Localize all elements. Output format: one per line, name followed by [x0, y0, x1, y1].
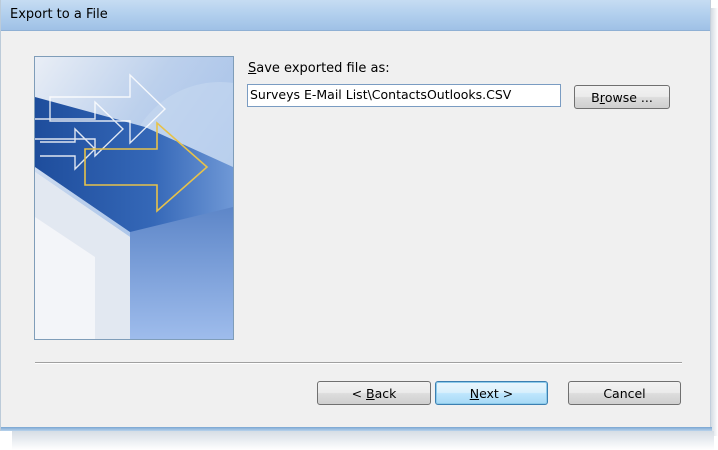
window-shadow-bottom — [12, 431, 714, 450]
export-wizard-arrows-image — [34, 56, 234, 340]
cancel-button[interactable]: Cancel — [568, 381, 681, 405]
browse-button[interactable]: Br owse ... — [574, 85, 670, 109]
next-button[interactable]: Next > — [435, 381, 548, 405]
export-dialog-window: Export to a File Save exported file as: … — [0, 0, 712, 431]
back-button[interactable]: < Back — [317, 381, 431, 405]
export-file-path-value: Surveys E-Mail List\ContactsOutlooks.CSV — [250, 87, 512, 102]
dialog-content: Save exported file as: Surveys E-Mail Li… — [9, 31, 703, 423]
title-bar[interactable]: Export to a File — [1, 0, 710, 31]
save-exported-file-label: Save exported file as: — [248, 61, 390, 76]
window-shadow-right — [711, 8, 718, 436]
button-area-separator — [35, 362, 682, 364]
window-bottom-border — [1, 427, 712, 431]
window-title: Export to a File — [10, 7, 108, 22]
export-file-path-input[interactable]: Surveys E-Mail List\ContactsOutlooks.CSV — [247, 84, 561, 107]
